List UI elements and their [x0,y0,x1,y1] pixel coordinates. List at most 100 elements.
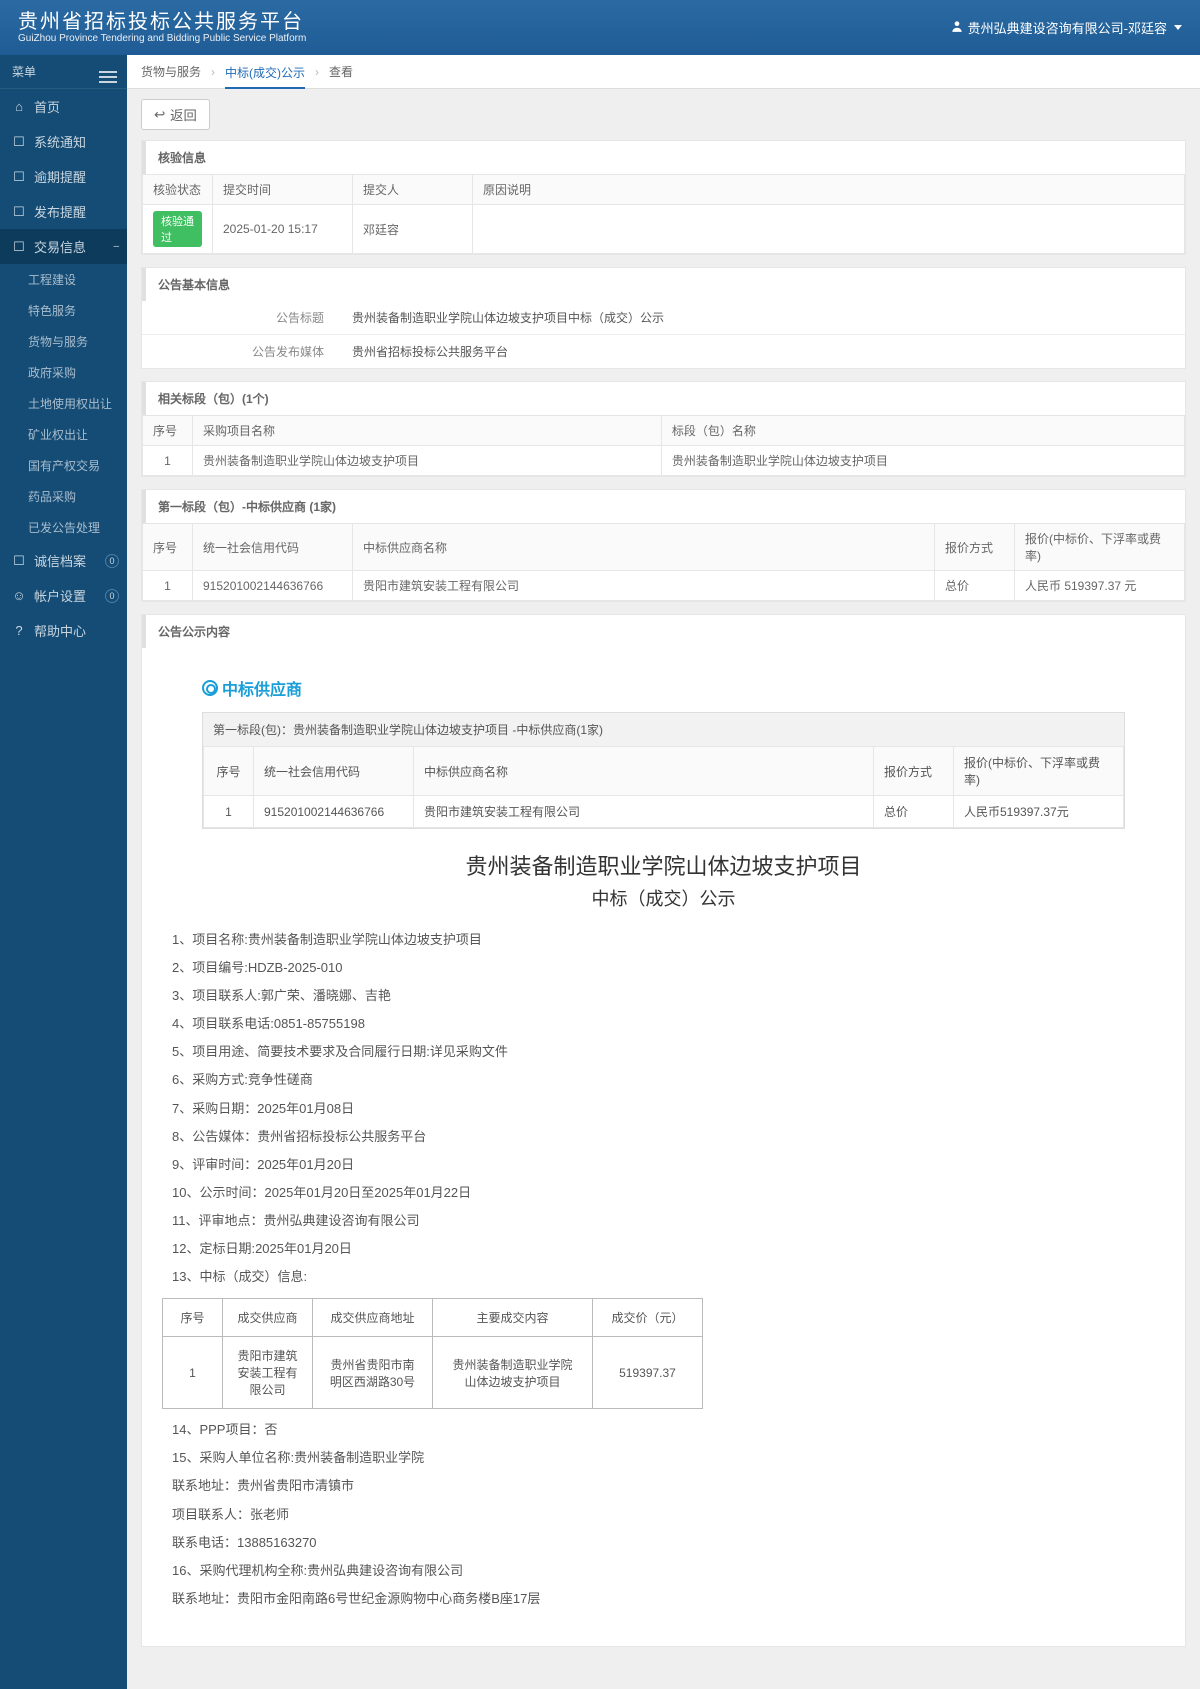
cell-lot: 贵州装备制造职业学院山体边坡支护项目 [661,446,1184,476]
back-button[interactable]: ↩ 返回 [141,99,210,130]
table-row: 序号 采购项目名称 标段（包）名称 [143,416,1185,446]
hamburger-icon[interactable] [99,71,117,73]
supplier-title: 第一标段（包）-中标供应商 (1家) [142,490,1185,523]
table-row: 序号 统一社会信用代码 中标供应商名称 报价方式 报价(中标价、下浮率或费率) [204,747,1124,796]
lots-title: 相关标段（包）(1个) [142,382,1185,415]
supplier-section: 第一标段（包）-中标供应商 (1家) 序号 统一社会信用代码 中标供应商名称 报… [141,489,1186,602]
nav-overdue[interactable]: ☐ 逾期提醒 [0,159,127,194]
col-name: 中标供应商名称 [353,524,935,571]
info-line: 联系电话：13885163270 [172,1532,1155,1554]
deal-table: 序号 成交供应商 成交供应商地址 主要成交内容 成交价（元） 1 贵阳市建筑安装… [162,1298,703,1409]
badge-count: 0 [105,589,119,603]
site-title-cn: 贵州省招标投标公共服务平台 [18,11,950,33]
home-icon: ⌂ [12,100,26,114]
info-line: 15、采购人单位名称:贵州装备制造职业学院 [172,1447,1155,1469]
topbar: 贵州省招标投标公共服务平台 GuiZhou Province Tendering… [0,0,1200,55]
col-proj: 采购项目名称 [193,416,662,446]
nav-account[interactable]: ☺ 帐户设置 0 [0,578,127,613]
inner-title: 第一标段(包)：贵州装备制造职业学院山体边坡支护项目 -中标供应商(1家) [203,713,1124,746]
cell-price: 519397.37 [593,1337,703,1409]
cell-addr: 贵州省贵阳市南明区西湖路30号 [313,1337,433,1409]
info-line: 7、采购日期：2025年01月08日 [172,1098,1155,1120]
sub-construction[interactable]: 工程建设 [0,264,127,295]
audit-table: 核验状态 提交时间 提交人 原因说明 核验通过 2025-01-20 15:17… [142,174,1185,254]
info-line: 16、采购代理机构全称:贵州弘典建设咨询有限公司 [172,1560,1155,1582]
sub-featured[interactable]: 特色服务 [0,295,127,326]
col-price: 报价(中标价、下浮率或费率) [954,747,1124,796]
info-line: 12、定标日期:2025年01月20日 [172,1238,1155,1260]
cell-method: 总价 [874,796,954,828]
nav-help[interactable]: ? 帮助中心 [0,613,127,648]
info-line: 10、公示时间：2025年01月20日至2025年01月22日 [172,1182,1155,1204]
back-label: 返回 [170,105,197,124]
form-row: 公告标题 贵州装备制造职业学院山体边坡支护项目中标（成交）公示 [142,301,1185,334]
monitor-icon: ☐ [12,135,26,149]
sidebar: 菜单 ⌂ 首页 ☐ 系统通知 ☐ 逾期提醒 ☐ 发布提醒 ☐ 交易信息 – 工程… [0,55,127,1689]
announce-title: 贵州装备制造职业学院山体边坡支护项目 [162,849,1165,881]
info-line: 13、中标（成交）信息: [172,1266,1155,1288]
user-icon: ☺ [12,589,26,603]
col-price: 成交价（元） [593,1299,703,1337]
sub-published[interactable]: 已发公告处理 [0,512,127,543]
info-line: 5、项目用途、简要技术要求及合同履行日期:详见采购文件 [172,1041,1155,1063]
menu-label: 菜单 [12,63,36,80]
info-line: 4、项目联系电话:0851-85755198 [172,1013,1155,1035]
notice-title: 公告公示内容 [142,615,1185,648]
col-code: 统一社会信用代码 [193,524,353,571]
col-seq: 序号 [163,1299,223,1337]
col-lot: 标段（包）名称 [661,416,1184,446]
value: 贵州省招标投标公共服务平台 [342,335,1185,368]
cell-person: 邓廷容 [353,205,473,254]
sub-drug[interactable]: 药品采购 [0,481,127,512]
crumb-2[interactable]: 中标(成交)公示 [225,64,305,89]
cell-code: 915201002144636766 [254,796,414,828]
cell-name: 贵阳市建筑安装工程有限公司 [414,796,874,828]
calendar-icon: ☐ [12,170,26,184]
announce-subtitle: 中标（成交）公示 [162,885,1165,911]
cell-content: 贵州装备制造职业学院山体边坡支护项目 [433,1337,593,1409]
cell-price: 人民币519397.37元 [954,796,1124,828]
cell-supplier: 贵阳市建筑安装工程有限公司 [223,1337,313,1409]
supplier-table: 序号 统一社会信用代码 中标供应商名称 报价方式 报价(中标价、下浮率或费率) … [142,523,1185,601]
col-person: 提交人 [353,175,473,205]
basic-section: 公告基本信息 公告标题 贵州装备制造职业学院山体边坡支护项目中标（成交）公示 公… [141,267,1186,369]
inner-supplier-box: 第一标段(包)：贵州装备制造职业学院山体边坡支护项目 -中标供应商(1家) 序号… [202,712,1125,829]
winner-stamp: 中标供应商 [202,676,302,700]
col-content: 主要成交内容 [433,1299,593,1337]
sub-land[interactable]: 土地使用权出让 [0,388,127,419]
col-reason: 原因说明 [473,175,1185,205]
notice-section: 公告公示内容 中标供应商 第一标段(包)：贵州装备制造职业学院山体边坡支护项目 … [141,614,1186,1647]
site-title-en: GuiZhou Province Tendering and Bidding P… [18,33,950,44]
col-time: 提交时间 [213,175,353,205]
col-addr: 成交供应商地址 [313,1299,433,1337]
col-supplier: 成交供应商 [223,1299,313,1337]
sub-mining[interactable]: 矿业权出让 [0,419,127,450]
collapse-icon: – [113,241,119,252]
inner-table: 序号 统一社会信用代码 中标供应商名称 报价方式 报价(中标价、下浮率或费率) … [203,746,1124,828]
col-seq: 序号 [143,416,193,446]
folder-icon: ☐ [12,240,26,254]
sub-state[interactable]: 国有产权交易 [0,450,127,481]
audit-section: 核验信息 核验状态 提交时间 提交人 原因说明 核验通过 2025-01-20 … [141,140,1186,255]
cell-price: 人民币 519397.37 元 [1015,571,1185,601]
cell-seq: 1 [143,446,193,476]
info-line: 联系地址：贵阳市金阳南路6号世纪金源购物中心商务楼B座17层 [172,1588,1155,1610]
table-row: 1 贵州装备制造职业学院山体边坡支护项目 贵州装备制造职业学院山体边坡支护项目 [143,446,1185,476]
nav-publish[interactable]: ☐ 发布提醒 [0,194,127,229]
nav-credit[interactable]: ☐ 诚信档案 0 [0,543,127,578]
cell-seq: 1 [204,796,254,828]
table-row: 序号 统一社会信用代码 中标供应商名称 报价方式 报价(中标价、下浮率或费率) [143,524,1185,571]
sub-goods[interactable]: 货物与服务 [0,326,127,357]
user-menu[interactable]: 贵州弘典建设咨询有限公司-邓廷容 [950,18,1182,37]
crumb-1[interactable]: 货物与服务 [141,63,201,80]
table-row: 核验通过 2025-01-20 15:17 邓廷容 [143,205,1185,254]
caret-down-icon [1174,25,1182,30]
nav-home[interactable]: ⌂ 首页 [0,89,127,124]
lots-section: 相关标段（包）(1个) 序号 采购项目名称 标段（包）名称 1 贵州装备制造职业… [141,381,1186,477]
nav-notice[interactable]: ☐ 系统通知 [0,124,127,159]
col-seq: 序号 [204,747,254,796]
sub-gov[interactable]: 政府采购 [0,357,127,388]
nav-trade-info[interactable]: ☐ 交易信息 – [0,229,127,264]
user-name: 贵州弘典建设咨询有限公司-邓廷容 [968,18,1167,37]
info-line: 9、评审时间：2025年01月20日 [172,1154,1155,1176]
